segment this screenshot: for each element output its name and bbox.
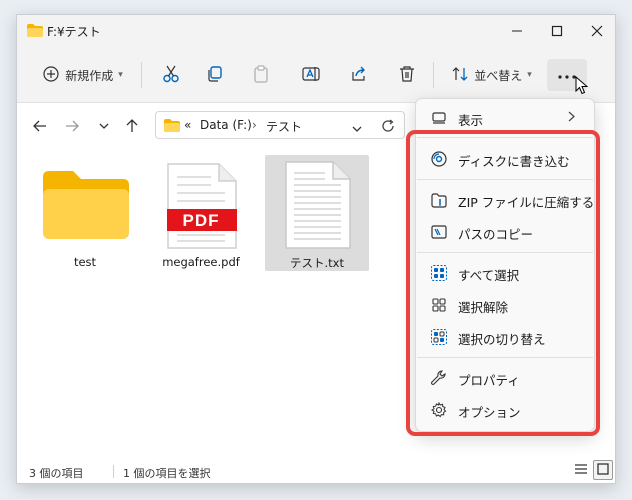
details-view-button[interactable] [571,460,591,480]
chevron-down-icon[interactable] [352,122,362,136]
menu-item-view[interactable]: 表示 [420,103,592,133]
file-item[interactable]: test [33,155,137,271]
item-count: 3 個の項目 [29,467,84,480]
chevron-down-icon: ▾ [118,70,123,80]
toolbar-divider [433,62,434,88]
command-bar: 新規作成 ▾ 並べ替え ▾ [17,47,615,103]
folder-icon [27,24,43,40]
file-name: megafree.pdf [162,255,240,269]
view-icon [430,110,448,126]
large-icons-view-button[interactable] [593,460,613,480]
file-item-selected[interactable]: テスト.txt [265,155,369,271]
window-title: F:¥テスト [47,25,101,39]
tiles-icon [597,462,609,478]
breadcrumb-folder[interactable]: テスト [266,118,302,135]
breadcrumb-separator: › [252,118,257,132]
status-bar: 3 個の項目 1 個の項目を選択 [17,457,615,483]
clipboard-icon [252,64,270,86]
copy-button[interactable] [199,59,231,91]
up-button[interactable] [121,115,143,137]
more-icon [558,68,576,82]
paste-button[interactable] [245,59,277,91]
minimize-button[interactable] [497,15,537,47]
highlight-frame [406,130,600,436]
sort-icon [452,66,468,85]
sort-button-label: 並べ替え [474,68,523,83]
sort-button[interactable]: 並べ替え ▾ [445,59,539,91]
delete-button[interactable] [391,59,423,91]
maximize-button[interactable] [537,15,577,47]
new-button[interactable]: 新規作成 ▾ [35,59,131,91]
pdf-file-icon [159,163,237,252]
close-button[interactable] [577,15,615,47]
folder-icon [164,119,180,135]
selection-count: 1 個の項目を選択 [123,467,211,480]
title-bar: F:¥テスト [17,15,615,47]
trash-icon [398,65,416,86]
share-icon [350,65,368,86]
toolbar-divider [141,62,142,88]
status-divider [113,465,114,478]
scissors-icon [162,65,180,86]
pdf-badge: PDF [182,211,220,230]
list-icon [575,463,587,477]
mouse-cursor-icon [575,75,589,98]
refresh-button[interactable] [377,115,399,137]
rename-icon [302,65,320,86]
file-name: test [73,255,97,269]
text-file-icon [285,161,351,252]
recent-locations-button[interactable] [93,115,115,137]
forward-button[interactable] [61,115,83,137]
folder-icon [43,171,129,242]
new-button-label: 新規作成 [65,68,114,83]
breadcrumb-overflow[interactable]: « [184,118,191,132]
file-name: テスト.txt [290,256,344,270]
share-button[interactable] [343,59,375,91]
chevron-down-icon: ▾ [527,70,532,80]
chevron-right-icon [568,111,575,125]
back-button[interactable] [29,115,51,137]
copy-icon [206,65,224,86]
address-bar[interactable]: « Data (F:) › テスト [155,111,405,139]
rename-button[interactable] [295,59,327,91]
menu-item-label: 表示 [458,113,484,128]
cut-button[interactable] [155,59,187,91]
add-icon [43,65,59,85]
breadcrumb-drive[interactable]: Data (F:) [200,118,252,132]
file-item[interactable]: PDF megafree.pdf [149,155,253,271]
